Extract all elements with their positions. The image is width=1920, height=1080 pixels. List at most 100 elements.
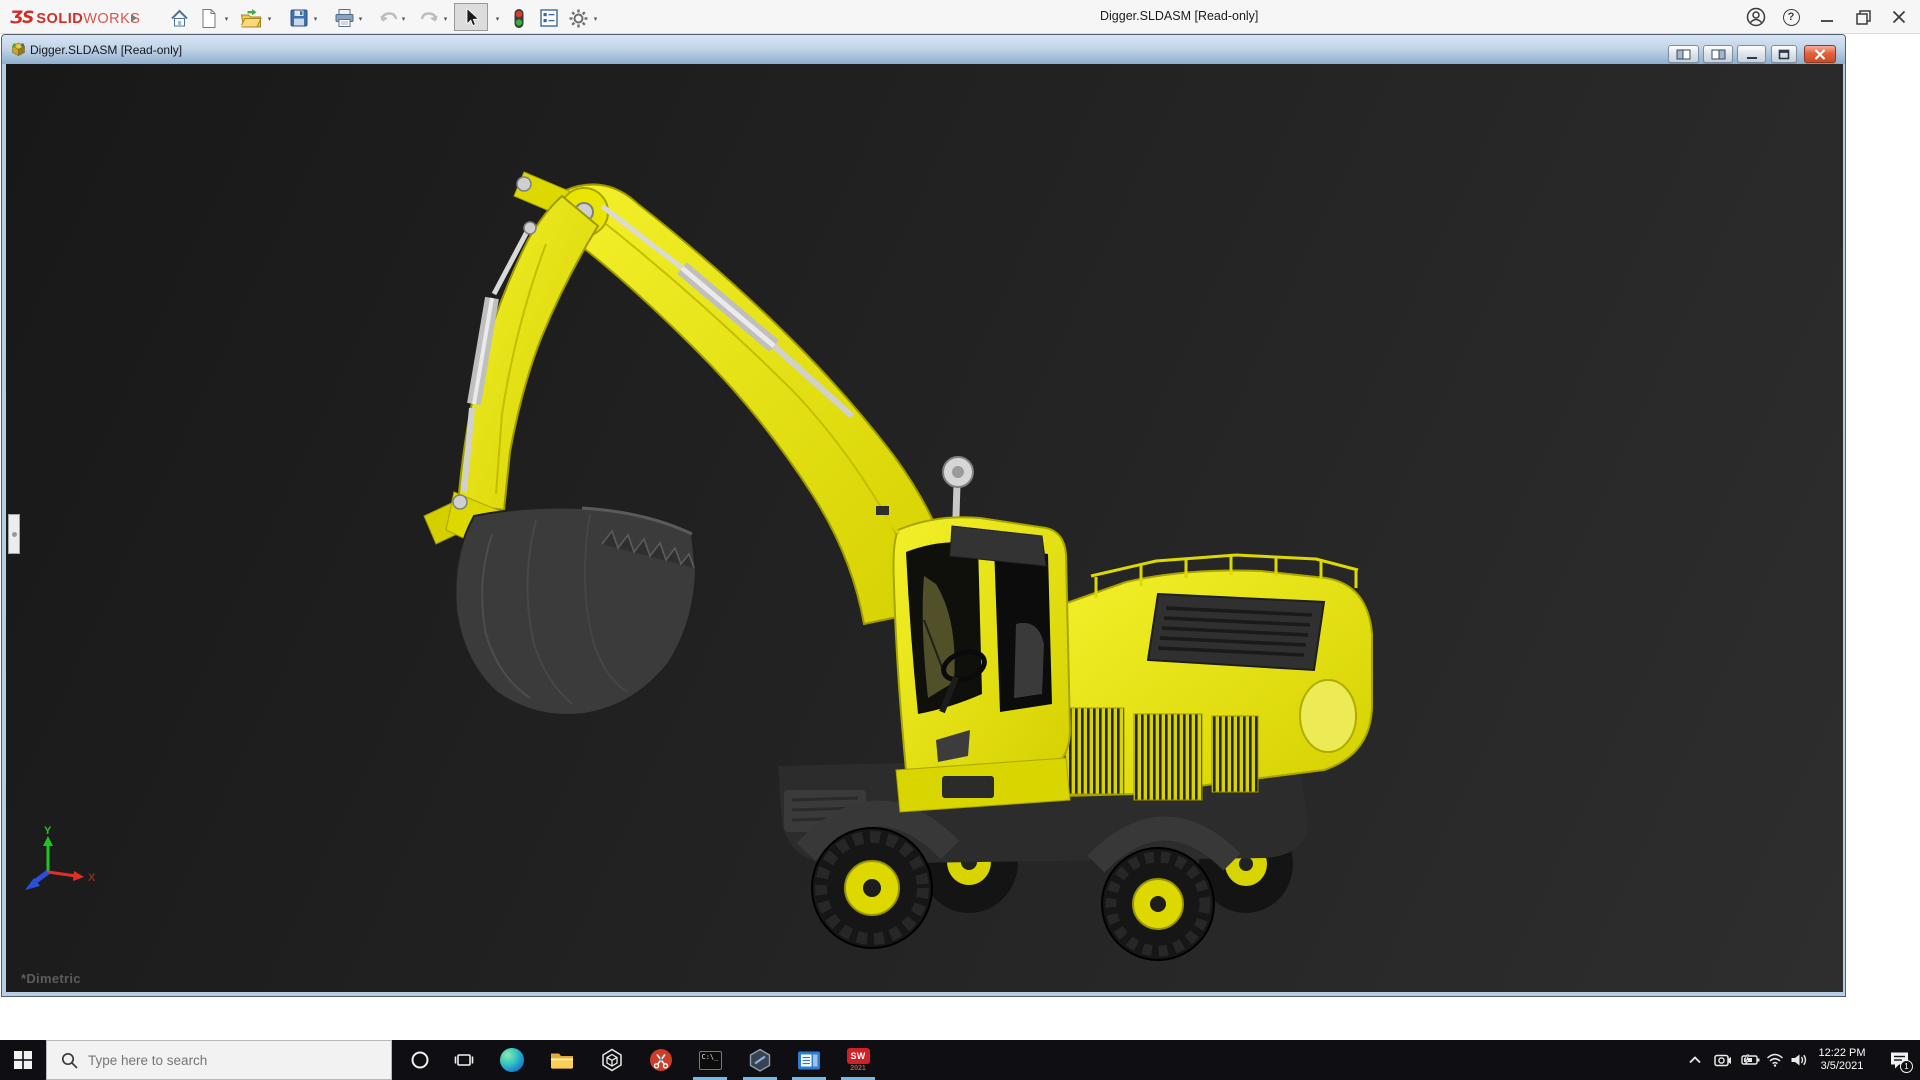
pane-left-icon: [1676, 49, 1691, 60]
meet-now-camera-icon: [1714, 1053, 1732, 1068]
pane-tab-grip-icon: [12, 532, 17, 537]
document-minimize-icon: [1746, 49, 1758, 60]
gear-icon: [568, 8, 589, 29]
save-dropdown[interactable]: ▾: [310, 13, 321, 25]
feature-manager-collapsed-tab[interactable]: [8, 514, 20, 554]
cortana-button[interactable]: [398, 1040, 442, 1080]
open-button[interactable]: [239, 6, 263, 30]
undo-button-disabled[interactable]: [376, 6, 400, 30]
close-icon: [1892, 10, 1906, 24]
stick-arm: [424, 196, 598, 556]
rebuild-traffic-light-icon: [511, 8, 527, 29]
document-minimize-button[interactable]: [1737, 45, 1766, 63]
new-document-dropdown[interactable]: ▾: [221, 13, 232, 25]
search-icon: [61, 1052, 78, 1069]
restore-icon: [1856, 10, 1871, 25]
document-close-icon: [1814, 49, 1826, 60]
close-button[interactable]: [1888, 7, 1910, 27]
home-icon: [169, 8, 190, 29]
redo-icon: [420, 9, 440, 27]
redo-button-disabled[interactable]: [418, 6, 442, 30]
save-icon: [289, 8, 309, 28]
print-button[interactable]: [332, 6, 356, 30]
triad-x-label: X: [88, 872, 96, 884]
taskbar-blue-window-app-button[interactable]: [787, 1040, 831, 1080]
battery-icon: [1741, 1054, 1760, 1066]
assembly-document-icon: [11, 42, 26, 57]
cortana-icon: [410, 1050, 430, 1070]
document-titlebar[interactable]: Digger.SLDASM [Read-only]: [2, 35, 1845, 64]
new-document-button[interactable]: [197, 6, 221, 30]
tray-clock[interactable]: 12:22 PM 3/5/2021: [1806, 1040, 1878, 1080]
command-prompt-icon: C:\_: [699, 1051, 722, 1070]
tray-wifi-button[interactable]: [1762, 1040, 1788, 1080]
tray-battery-button[interactable]: [1737, 1040, 1763, 1080]
taskbar-hexagon-app-button[interactable]: [738, 1040, 782, 1080]
pane-right-icon: [1711, 49, 1726, 60]
display-pane-left-button[interactable]: [1668, 45, 1699, 63]
taskbar-snip-button[interactable]: [639, 1040, 683, 1080]
orientation-triad[interactable]: Y X: [22, 824, 102, 904]
taskbar-edge-button[interactable]: [490, 1040, 534, 1080]
document-window: Digger.SLDASM [Read-only]: [1, 34, 1846, 997]
graphics-viewport-3d[interactable]: Y X *Dimetric: [6, 64, 1843, 992]
3d-viewer-icon: [600, 1048, 624, 1072]
snip-scissors-icon: [649, 1048, 673, 1072]
undo-icon: [378, 9, 398, 27]
menu-flyout-arrow-icon[interactable]: [127, 6, 141, 30]
help-button[interactable]: ?: [1780, 7, 1802, 27]
hexagon-app-icon: [748, 1048, 772, 1072]
view-orientation-label: *Dimetric: [21, 971, 81, 986]
undo-dropdown[interactable]: ▾: [398, 13, 409, 25]
document-title: Digger.SLDASM [Read-only]: [30, 43, 182, 57]
display-pane-right-button[interactable]: [1703, 45, 1733, 63]
home-button[interactable]: [167, 6, 191, 30]
account-button[interactable]: [1745, 7, 1767, 27]
save-button[interactable]: [287, 6, 311, 30]
bucket: [455, 508, 696, 715]
tray-meet-now-button[interactable]: [1710, 1040, 1736, 1080]
taskbar-solidworks-button[interactable]: SW 2021: [836, 1040, 880, 1080]
app-titlebar: ƷSSOLIDWORKS ▾ ▾ ▾: [0, 0, 1920, 34]
engine-body: [1058, 555, 1372, 800]
user-account-icon: [1746, 7, 1766, 27]
print-dropdown[interactable]: ▾: [355, 13, 366, 25]
rear-wheel: [1102, 848, 1214, 960]
clock-date: 3/5/2021: [1821, 1060, 1864, 1074]
restore-button[interactable]: [1852, 7, 1874, 27]
redo-dropdown[interactable]: ▾: [440, 13, 451, 25]
windows-logo-icon: [14, 1051, 32, 1069]
start-button[interactable]: [0, 1040, 46, 1080]
taskbar-search-box[interactable]: [46, 1040, 392, 1080]
search-input[interactable]: [88, 1053, 368, 1068]
solidworks-app-icon: SW 2021: [847, 1048, 870, 1072]
select-tool-dropdown[interactable]: ▾: [492, 13, 503, 25]
taskbar-3d-viewer-button[interactable]: [590, 1040, 634, 1080]
options-button[interactable]: [566, 6, 590, 30]
options-dropdown[interactable]: ▾: [590, 13, 601, 25]
taskbar-cmd-button[interactable]: C:\_: [688, 1040, 732, 1080]
minimize-button[interactable]: [1816, 7, 1838, 27]
open-folder-icon: [240, 8, 262, 29]
tray-show-hidden-icons-button[interactable]: [1682, 1040, 1708, 1080]
notification-center-button[interactable]: 1: [1882, 1040, 1918, 1080]
properties-button[interactable]: [537, 6, 561, 30]
document-close-button[interactable]: [1804, 45, 1836, 63]
wifi-icon: [1766, 1053, 1784, 1067]
chevron-up-icon: [1688, 1054, 1702, 1066]
edge-browser-icon: [500, 1048, 524, 1072]
clock-time: 12:22 PM: [1818, 1047, 1865, 1061]
new-document-icon: [199, 8, 219, 29]
task-view-icon: [454, 1050, 474, 1070]
taskbar-file-explorer-button[interactable]: [540, 1040, 584, 1080]
select-tool-button-active[interactable]: [454, 3, 488, 31]
open-dropdown[interactable]: ▾: [264, 13, 275, 25]
print-icon: [334, 8, 355, 28]
app-window-title: Digger.SLDASM [Read-only]: [1100, 9, 1258, 23]
document-restore-icon: [1778, 49, 1790, 60]
task-view-button[interactable]: [442, 1040, 486, 1080]
blue-window-app-icon: [797, 1050, 821, 1071]
file-explorer-icon: [550, 1050, 574, 1070]
document-restore-button[interactable]: [1771, 45, 1797, 63]
rebuild-button[interactable]: [507, 6, 531, 30]
